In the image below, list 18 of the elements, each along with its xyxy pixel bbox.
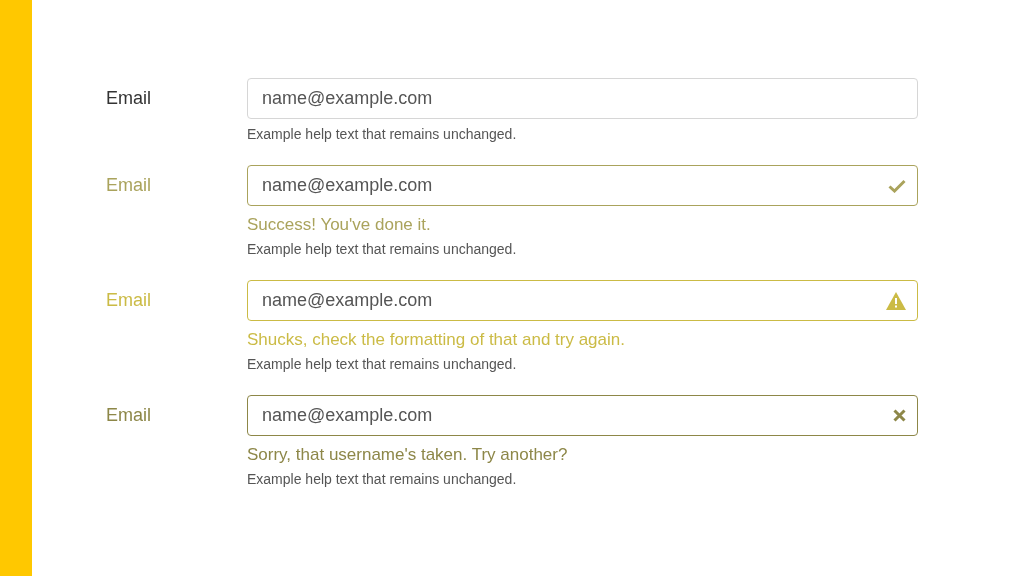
email-field[interactable]: name@example.com xyxy=(247,165,918,206)
feedback-message: Shucks, check the formatting of that and try again. xyxy=(247,329,626,351)
email-field[interactable]: name@example.com xyxy=(247,78,918,119)
field-label: Email xyxy=(106,87,152,110)
field-label: Email xyxy=(106,404,152,427)
email-field[interactable]: name@example.com xyxy=(247,395,918,436)
help-text: Example help text that remains unchanged. xyxy=(247,470,518,488)
email-field[interactable]: name@example.com xyxy=(247,280,918,321)
help-text: Example help text that remains unchanged. xyxy=(247,355,518,373)
help-text: Example help text that remains unchanged. xyxy=(247,240,518,258)
field-label: Email xyxy=(106,174,152,197)
feedback-message: Success! You've done it. xyxy=(247,214,432,236)
warning-icon xyxy=(886,291,906,310)
field-label: Email xyxy=(106,289,152,312)
check-icon xyxy=(888,178,906,193)
help-text: Example help text that remains unchanged. xyxy=(247,125,518,143)
close-icon xyxy=(893,409,906,422)
feedback-message: Sorry, that username's taken. Try another? xyxy=(247,444,569,466)
